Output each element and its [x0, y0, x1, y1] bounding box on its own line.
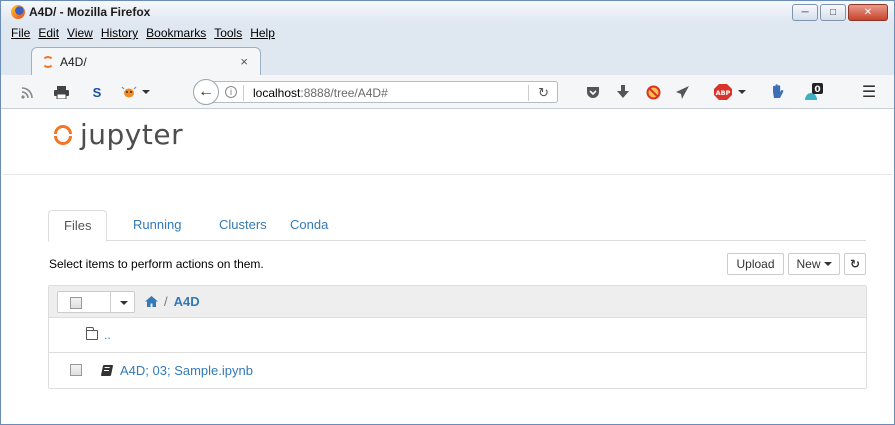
tab-strip: A4D/ × [1, 43, 894, 75]
url-separator [243, 85, 244, 101]
upload-button[interactable]: Upload [727, 253, 784, 275]
reload-separator [528, 85, 529, 101]
select-all-group [57, 291, 135, 313]
menu-view-label: View [67, 26, 93, 40]
refresh-button[interactable]: ↻ [844, 253, 866, 275]
menu-bookmarks-label: Bookmarks [146, 26, 207, 40]
file-list: / A4D .. A4D; 03; Sample.ipynb [48, 285, 867, 389]
folder-icon [86, 327, 98, 340]
url-text[interactable]: localhost:8888/tree/A4D# [253, 86, 388, 100]
menu-history-label: History [100, 26, 139, 40]
blocked-icon[interactable] [645, 84, 661, 100]
reload-icon[interactable]: ↻ [538, 85, 549, 101]
menu-file-label: File [11, 26, 31, 40]
print-icon[interactable] [53, 84, 69, 100]
browser-tab-a4d[interactable]: A4D/ × [31, 47, 261, 75]
adblock-label: ABP [716, 89, 731, 97]
minimize-button[interactable]: ─ [792, 4, 818, 21]
selection-hint: Select items to perform actions on them. [49, 257, 264, 271]
new-button-label: New [796, 257, 821, 271]
jupyter-favicon-icon [42, 56, 54, 68]
breadcrumb: / A4D [145, 294, 200, 309]
tab-running[interactable]: Running [118, 210, 196, 241]
jupyter-logo[interactable]: jupyter [52, 118, 183, 151]
bug-extension-icon[interactable] [121, 84, 137, 100]
hamburger-menu-icon[interactable]: ☰ [861, 84, 877, 101]
url-bar[interactable]: i localhost:8888/tree/A4D# ↻ [213, 81, 558, 103]
send-icon[interactable] [675, 84, 691, 100]
header-divider [2, 174, 893, 175]
rss-icon[interactable] [19, 84, 35, 100]
close-window-button[interactable]: ✕ [848, 4, 888, 21]
url-path: :8888/tree/A4D# [300, 86, 388, 100]
menu-bookmarks[interactable]: Bookmarks [146, 26, 206, 40]
menu-tools[interactable]: Tools [214, 26, 242, 40]
menu-edit[interactable]: Edit [38, 26, 59, 40]
menu-edit-label: Edit [38, 26, 60, 40]
home-icon[interactable] [145, 296, 158, 307]
menu-tools-label: Tools [214, 26, 243, 40]
menu-file[interactable]: File [11, 26, 30, 40]
download-icon[interactable] [615, 84, 631, 100]
adblock-dropdown-icon[interactable] [735, 84, 746, 100]
jupyter-logo-mark-icon [52, 124, 74, 146]
menu-help-label: Help [250, 26, 275, 40]
select-dropdown-icon[interactable] [120, 301, 128, 305]
pocket-icon[interactable] [585, 84, 601, 100]
menu-history[interactable]: History [101, 26, 138, 40]
row-checkbox[interactable] [70, 364, 82, 376]
breadcrumb-folder-link[interactable]: A4D [174, 294, 200, 309]
tab-clusters[interactable]: Clusters [204, 210, 282, 241]
tab-files[interactable]: Files [48, 210, 108, 242]
tab-conda[interactable]: Conda [275, 210, 343, 241]
s-extension-icon[interactable]: S [89, 84, 105, 100]
dashboard-tabs: Files Running Clusters Conda [48, 210, 866, 242]
url-host: localhost [253, 86, 301, 100]
extension-dropdown-icon[interactable] [139, 84, 150, 100]
file-list-header: / A4D [49, 286, 866, 318]
notification-count: 0 [814, 85, 820, 95]
list-item[interactable]: A4D; 03; Sample.ipynb [49, 354, 866, 389]
menu-view[interactable]: View [67, 26, 93, 40]
notification-icon[interactable]: 0 [803, 83, 825, 100]
firefox-logo-icon [11, 5, 25, 19]
maximize-button[interactable]: □ [820, 4, 846, 21]
back-button[interactable]: ← [193, 79, 219, 105]
adblock-icon[interactable]: ABP [713, 84, 733, 100]
select-all-checkbox[interactable] [70, 297, 82, 309]
jupyter-page: jupyter Files Running Clusters Conda Sel… [2, 110, 893, 415]
list-item-updir[interactable]: .. [49, 318, 866, 353]
browser-tab-label: A4D/ [60, 55, 87, 69]
navigation-toolbar: S i localhost:8888/tree/A4D# ↻ ← ABP 0 ☰ [1, 75, 894, 109]
menu-bar: File Edit View History Bookmarks Tools H… [1, 23, 894, 43]
breadcrumb-separator: / [164, 294, 168, 309]
tab-close-icon[interactable]: × [240, 54, 248, 69]
menu-help[interactable]: Help [250, 26, 275, 40]
notebook-icon [100, 365, 114, 376]
hand-icon[interactable] [769, 84, 785, 100]
new-button[interactable]: New [788, 253, 840, 275]
title-bar: A4D/ - Mozilla Firefox ─ □ ✕ [1, 1, 894, 23]
new-caret-icon [823, 262, 832, 266]
window-title: A4D/ - Mozilla Firefox [29, 5, 151, 19]
info-icon[interactable]: i [225, 86, 237, 98]
window-controls: ─ □ ✕ [792, 4, 888, 21]
jupyter-logo-text: jupyter [80, 118, 184, 151]
parent-directory-link[interactable]: .. [104, 328, 111, 342]
file-name-link[interactable]: A4D; 03; Sample.ipynb [120, 363, 253, 378]
browser-window: A4D/ - Mozilla Firefox ─ □ ✕ File Edit V… [0, 0, 895, 425]
